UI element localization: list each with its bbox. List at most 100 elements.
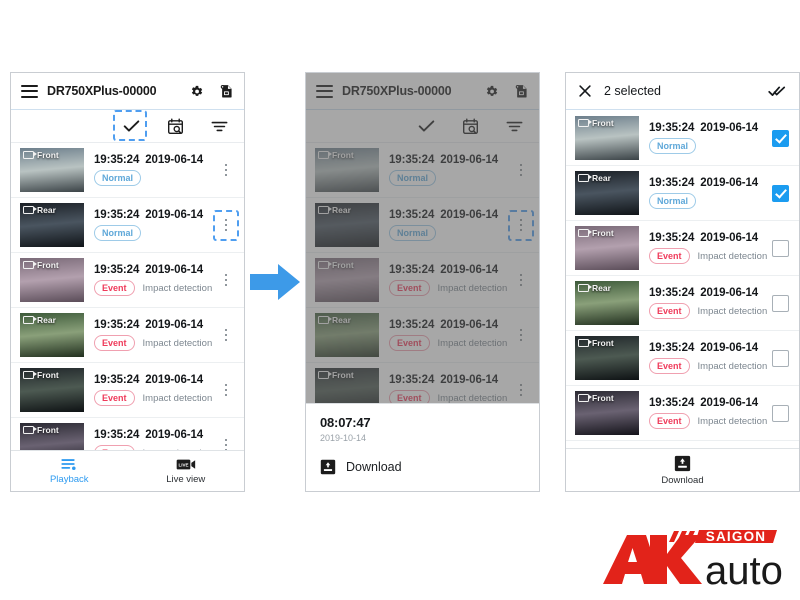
app-bar-actions [189,83,234,99]
recording-list-selection[interactable]: Front 19:35:24 2019-06-14 Normal Rear 19:35:2… [566,111,799,449]
recording-thumbnail[interactable]: Front [574,225,640,271]
recording-meta: 19:35:24 2019-06-14 Event Impact detection [94,374,212,406]
sheet-download-label: Download [346,460,402,474]
recording-thumbnail[interactable]: Front [19,422,85,451]
filter-button[interactable] [206,114,232,138]
device-file-icon[interactable] [514,83,529,99]
recording-list[interactable]: Front 19:35:24 2019-06-14 Normal Rear 19:35:2… [11,143,244,451]
recording-row[interactable]: Front 19:35:24 2019-06-14 Normal [306,143,539,198]
recording-note: Impact detection [697,305,768,317]
recording-time: 19:35:24 [94,319,140,332]
recording-meta: 19:35:24 2019-06-14 Normal [649,177,763,209]
row-overflow-menu[interactable] [513,163,529,177]
recording-row[interactable]: Rear 19:35:24 2019-06-14 Normal [306,198,539,253]
recording-row[interactable]: Front19:35:242019-06-14EventImpact detec… [11,253,244,308]
recording-thumbnail[interactable]: Front [574,115,640,161]
recording-row[interactable]: Rear 19:35:24 2019-06-14 Event Impact detect… [566,276,799,331]
recording-time: 19:35:24 [389,209,435,222]
recording-checkbox[interactable] [772,239,789,257]
hamburger-icon[interactable] [21,84,38,98]
recording-thumbnail[interactable]: Rear [574,280,640,326]
recording-tags: Event Impact detection [94,280,212,296]
recording-thumbnail[interactable]: Rear [19,202,85,248]
row-overflow-menu[interactable] [218,163,234,177]
recording-checkbox[interactable] [772,129,789,147]
hamburger-icon[interactable] [316,84,333,98]
recording-thumbnail[interactable]: Rear [314,312,380,358]
row-overflow-menu[interactable] [218,383,234,397]
recording-checkbox[interactable] [772,294,789,312]
camera-icon [578,174,592,182]
row-overflow-menu[interactable] [513,273,529,287]
select-mode-button[interactable] [413,114,439,138]
row-overflow-menu[interactable] [218,273,234,287]
thumbnail-camera-label: Front [578,118,614,128]
camera-name: Rear [37,205,56,215]
row-overflow-menu[interactable] [213,209,239,241]
recording-row[interactable]: Front19:35:242019-06-14EventImpact detec… [306,253,539,308]
recording-thumbnail[interactable]: Front [574,390,640,436]
filter-button[interactable] [501,114,527,138]
recording-row[interactable]: Front19:35:242019-06-14EventImpact detec… [566,221,799,276]
row-overflow-menu[interactable] [508,209,534,241]
recording-row[interactable]: Front 19:35:24 2019-06-14 Normal [566,111,799,166]
calendar-search-button[interactable] [162,114,188,138]
recording-meta: 19:35:24 2019-06-14 Normal [94,209,209,241]
download-bar[interactable]: Download [566,448,799,491]
sheet-download-action[interactable]: Download [320,459,525,475]
recording-thumbnail[interactable]: Front [574,335,640,381]
camera-name: Rear [37,315,56,325]
recording-tags: Event Impact detection [94,335,212,351]
row-overflow-menu[interactable] [513,383,529,397]
recording-thumbnail[interactable]: Front [19,257,85,303]
recording-thumbnail[interactable]: Front [19,367,85,413]
recording-date: 2019-06-14 [440,209,499,222]
recording-thumbnail[interactable]: Rear [19,312,85,358]
camera-name: Front [592,393,614,403]
recording-row[interactable]: Rear 19:35:24 2019-06-14 Event Impact detect… [11,308,244,363]
recording-row[interactable]: Rear 19:35:24 2019-06-14 Event Impact detect… [306,308,539,363]
recording-checkbox[interactable] [772,349,789,367]
status-badge: Event [649,248,690,264]
status-badge: Normal [389,225,437,241]
camera-name: Rear [592,283,611,293]
calendar-search-button[interactable] [457,114,483,138]
recording-checkbox[interactable] [772,184,789,202]
gear-icon[interactable] [484,84,499,99]
recording-timestamp: 19:35:24 2019-06-14 [649,342,763,354]
recording-checkbox[interactable] [772,404,789,422]
recording-tags: Normal [389,170,504,186]
camera-icon [23,151,37,159]
camera-name: Front [592,228,614,238]
nav-item-playback[interactable]: Playback [11,451,128,491]
nav-item-liveview[interactable]: LIVE Live view [128,451,245,491]
recording-thumbnail[interactable]: Front [19,147,85,193]
recording-row[interactable]: Front 19:35:24 2019-06-14 Normal [11,143,244,198]
nav-label-liveview: Live view [166,473,206,485]
row-overflow-menu[interactable] [218,328,234,342]
recording-tags: Event Impact detection [649,303,767,319]
recording-thumbnail[interactable]: Front [314,147,380,193]
recording-row[interactable]: Front19:35:242019-06-14EventImpact detec… [11,418,244,451]
recording-thumbnail[interactable]: Front [314,257,380,303]
double-check-icon[interactable] [768,85,787,98]
recording-note: Impact detection [697,360,768,372]
device-file-icon[interactable] [219,83,234,99]
recording-date: 2019-06-14 [700,287,759,300]
recording-time: 19:35:24 [94,154,140,167]
recording-thumbnail[interactable]: Rear [314,202,380,248]
select-mode-button[interactable] [113,110,147,141]
recording-note: Impact detection [697,415,768,427]
recording-row[interactable]: Rear 19:35:24 2019-06-14 Normal [11,198,244,253]
recording-row[interactable]: Rear 19:35:24 2019-06-14 Normal [566,166,799,221]
recording-tags: Normal [94,170,209,186]
close-icon[interactable] [578,84,592,98]
recording-row[interactable]: Front19:35:242019-06-14EventImpact detec… [566,331,799,386]
row-overflow-menu[interactable] [513,328,529,342]
thumbnail-camera-label: Rear [578,173,611,183]
recording-row[interactable]: Front 19:35:242019-06-14EventImpact detec… [11,363,244,418]
recording-row[interactable]: Front19:35:242019-06-14EventImpact detec… [566,386,799,441]
gear-icon[interactable] [189,84,204,99]
recording-thumbnail[interactable]: Rear [574,170,640,216]
playlist-icon [61,458,76,470]
